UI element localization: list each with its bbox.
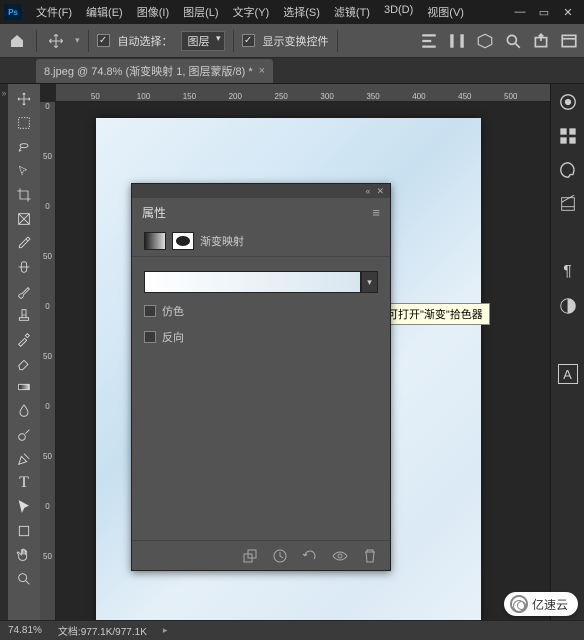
menu-select[interactable]: 选择(S) bbox=[277, 2, 326, 22]
gradient-dropdown[interactable]: ▾ bbox=[361, 271, 378, 293]
lasso-tool[interactable] bbox=[12, 136, 36, 158]
home-icon[interactable] bbox=[6, 30, 28, 52]
adjustments-panel-icon[interactable] bbox=[558, 296, 578, 316]
menu-3d[interactable]: 3D(D) bbox=[378, 2, 419, 22]
palette-panel-icon[interactable] bbox=[558, 160, 578, 180]
ruler-horizontal[interactable]: 50100150200250300350400450500 bbox=[56, 84, 550, 102]
panel-title: 属性 bbox=[142, 204, 166, 221]
quick-select-tool[interactable] bbox=[12, 160, 36, 182]
swatches-panel-icon[interactable] bbox=[558, 126, 578, 146]
marquee-tool[interactable] bbox=[12, 112, 36, 134]
reverse-label: 反向 bbox=[162, 329, 184, 345]
adjustment-thumb bbox=[144, 232, 166, 250]
blur-tool[interactable] bbox=[12, 400, 36, 422]
dither-label: 仿色 bbox=[162, 303, 184, 319]
reverse-checkbox[interactable] bbox=[144, 331, 156, 343]
watermark-text: 亿速云 bbox=[532, 596, 568, 613]
clip-to-layer-icon[interactable] bbox=[242, 548, 258, 564]
options-bar: ▾ ✓ 自动选择： 图层 ✓ 显示变换控件 bbox=[0, 24, 584, 58]
gradient-tool[interactable] bbox=[12, 376, 36, 398]
menu-edit[interactable]: 编辑(E) bbox=[80, 2, 129, 22]
close-button[interactable]: ✕ bbox=[562, 6, 574, 18]
auto-select-checkbox[interactable]: ✓ bbox=[97, 34, 110, 47]
menu-view[interactable]: 视图(V) bbox=[421, 2, 470, 22]
panel-collapse-icon[interactable]: « bbox=[365, 186, 370, 196]
mask-thumb[interactable] bbox=[172, 232, 194, 250]
panel-menu-icon[interactable]: ≡ bbox=[372, 205, 380, 220]
properties-panel: « ✕ 属性 ≡ 渐变映射 ▾ 仿色 反向 bbox=[131, 183, 391, 571]
libraries-panel-icon[interactable] bbox=[558, 194, 578, 214]
main-menu: 文件(F) 编辑(E) 图像(I) 图层(L) 文字(Y) 选择(S) 滤镜(T… bbox=[30, 2, 514, 22]
menu-file[interactable]: 文件(F) bbox=[30, 2, 78, 22]
auto-select-label: 自动选择： bbox=[118, 33, 173, 49]
reset-icon[interactable] bbox=[302, 548, 318, 564]
shape-tool[interactable] bbox=[12, 520, 36, 542]
right-dock: ¶ A bbox=[550, 84, 584, 620]
menu-layer[interactable]: 图层(L) bbox=[177, 2, 224, 22]
watermark: 亿速云 bbox=[504, 592, 578, 616]
dither-checkbox[interactable] bbox=[144, 305, 156, 317]
adjustment-label: 渐变映射 bbox=[200, 233, 244, 249]
character-panel-icon[interactable]: A bbox=[558, 364, 578, 384]
show-transform-label: 显示变换控件 bbox=[263, 33, 329, 49]
document-tab[interactable]: 8.jpeg @ 74.8% (渐变映射 1, 图层蒙版/8) * × bbox=[36, 59, 273, 83]
path-select-tool[interactable] bbox=[12, 496, 36, 518]
watermark-logo-icon bbox=[510, 595, 528, 613]
color-panel-icon[interactable] bbox=[558, 92, 578, 112]
crop-tool[interactable] bbox=[12, 184, 36, 206]
menu-bar: Ps 文件(F) 编辑(E) 图像(I) 图层(L) 文字(Y) 选择(S) 滤… bbox=[0, 0, 584, 24]
zoom-tool[interactable] bbox=[12, 568, 36, 590]
move-tool[interactable] bbox=[12, 88, 36, 110]
menu-image[interactable]: 图像(I) bbox=[131, 2, 175, 22]
status-doc-size[interactable]: 文档:977.1K/977.1K bbox=[58, 623, 147, 638]
tools-panel: T bbox=[8, 84, 40, 620]
delete-icon[interactable] bbox=[362, 548, 378, 564]
3d-mode-icon[interactable] bbox=[476, 32, 494, 50]
ruler-vertical[interactable]: 050050050050050 bbox=[40, 102, 56, 620]
auto-select-target[interactable]: 图层 bbox=[181, 31, 225, 51]
move-tool-icon[interactable] bbox=[45, 30, 67, 52]
stamp-tool[interactable] bbox=[12, 304, 36, 326]
paragraph-panel-icon[interactable]: ¶ bbox=[558, 262, 578, 282]
align-icon[interactable] bbox=[420, 32, 438, 50]
panel-footer bbox=[132, 540, 390, 570]
search-icon[interactable] bbox=[504, 32, 522, 50]
hand-tool[interactable] bbox=[12, 544, 36, 566]
dodge-tool[interactable] bbox=[12, 424, 36, 446]
history-brush-tool[interactable] bbox=[12, 328, 36, 350]
distribute-icon[interactable] bbox=[448, 32, 466, 50]
type-tool[interactable]: T bbox=[12, 472, 36, 494]
menu-filter[interactable]: 滤镜(T) bbox=[328, 2, 376, 22]
frame-tool[interactable] bbox=[12, 208, 36, 230]
restore-button[interactable]: ▭ bbox=[538, 6, 550, 18]
adjustment-header: 渐变映射 bbox=[132, 226, 390, 257]
status-bar: 74.81% 文档:977.1K/977.1K ▸ bbox=[0, 620, 584, 640]
show-transform-checkbox[interactable]: ✓ bbox=[242, 34, 255, 47]
app-logo: Ps bbox=[4, 4, 22, 20]
share-icon[interactable] bbox=[532, 32, 550, 50]
menu-type[interactable]: 文字(Y) bbox=[227, 2, 276, 22]
brush-tool[interactable] bbox=[12, 280, 36, 302]
panel-close-icon[interactable]: ✕ bbox=[376, 186, 384, 197]
eyedropper-tool[interactable] bbox=[12, 232, 36, 254]
status-zoom[interactable]: 74.81% bbox=[8, 625, 42, 636]
eraser-tool[interactable] bbox=[12, 352, 36, 374]
document-tab-title: 8.jpeg @ 74.8% (渐变映射 1, 图层蒙版/8) * bbox=[44, 63, 253, 79]
view-previous-icon[interactable] bbox=[272, 548, 288, 564]
workspace-icon[interactable] bbox=[560, 32, 578, 50]
minimize-button[interactable]: — bbox=[514, 6, 526, 18]
close-tab-icon[interactable]: × bbox=[259, 65, 265, 77]
toggle-visibility-icon[interactable] bbox=[332, 548, 348, 564]
document-tab-bar: 8.jpeg @ 74.8% (渐变映射 1, 图层蒙版/8) * × bbox=[0, 58, 584, 84]
healing-tool[interactable] bbox=[12, 256, 36, 278]
left-panel-toggle[interactable]: » bbox=[1, 88, 6, 98]
pen-tool[interactable] bbox=[12, 448, 36, 470]
gradient-preview[interactable] bbox=[144, 271, 361, 293]
